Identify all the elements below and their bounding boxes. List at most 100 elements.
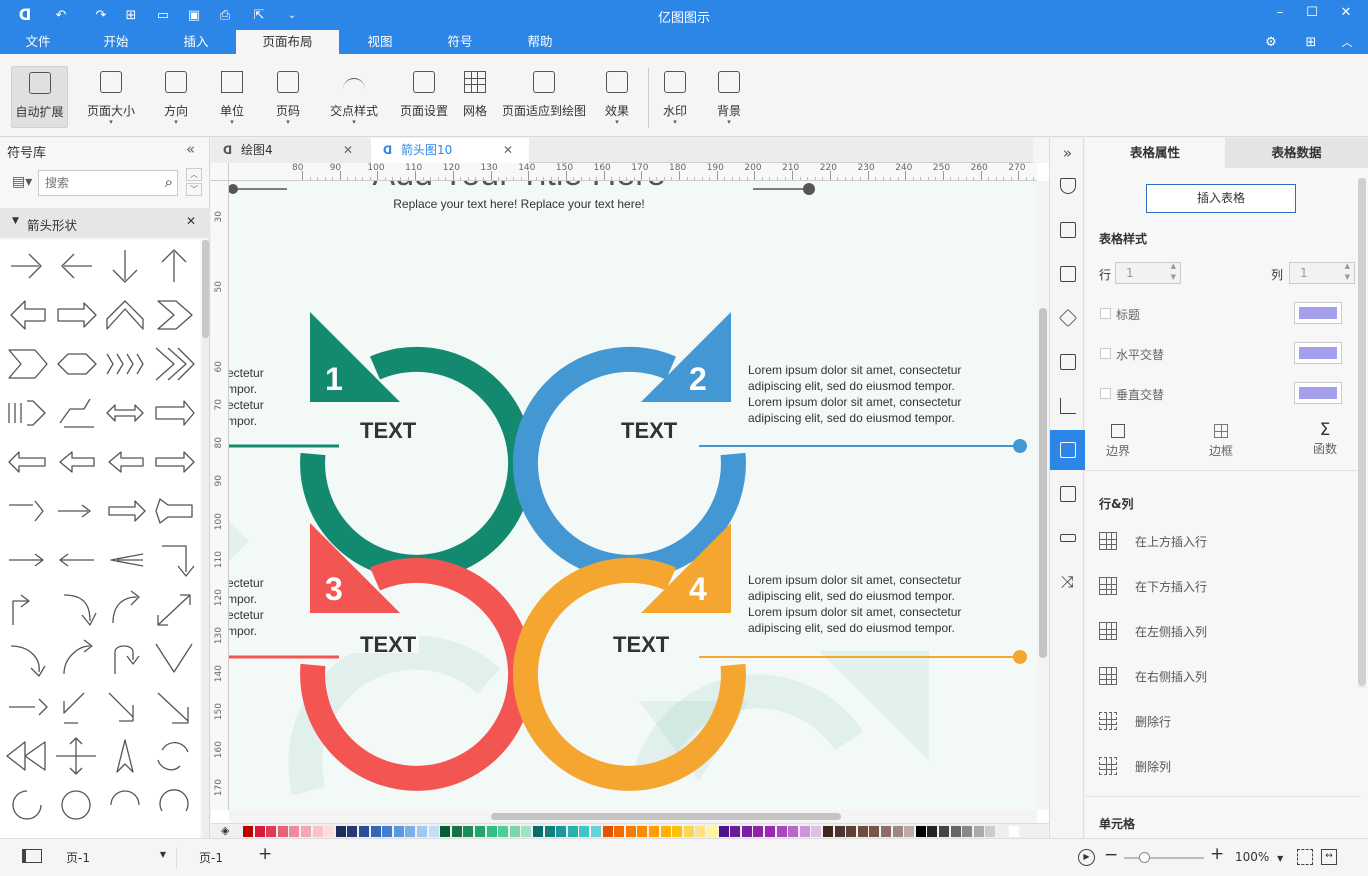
arrow-shape[interactable] bbox=[54, 295, 98, 335]
arrow-shape[interactable] bbox=[103, 785, 147, 825]
color-swatch[interactable] bbox=[278, 826, 288, 837]
fit-width-icon[interactable]: ↔ bbox=[1321, 849, 1337, 865]
settings-icon[interactable]: ⚙ bbox=[1262, 33, 1280, 51]
step-label-2[interactable]: TEXT bbox=[621, 418, 677, 444]
arrow-shape[interactable] bbox=[54, 785, 98, 825]
horizontal-banding-checkbox[interactable] bbox=[1100, 348, 1111, 359]
fit-page-icon[interactable] bbox=[1297, 849, 1313, 865]
arrow-shape[interactable] bbox=[103, 589, 147, 629]
insert-row-above-item[interactable]: 在上方插入行 bbox=[1099, 530, 1207, 552]
header-title[interactable]: Add Your Title Here bbox=[373, 181, 666, 193]
arrow-shape[interactable] bbox=[152, 393, 196, 433]
maximize-button[interactable]: ☐ bbox=[1302, 5, 1322, 25]
arrow-shape[interactable] bbox=[103, 540, 147, 580]
arrow-shape[interactable] bbox=[103, 638, 147, 678]
color-swatch[interactable] bbox=[637, 826, 647, 837]
arrow-shape[interactable] bbox=[152, 736, 196, 776]
zoom-slider-handle[interactable] bbox=[1139, 852, 1150, 863]
menu-home[interactable]: 开始 bbox=[90, 30, 142, 54]
menu-file[interactable]: 文件 bbox=[12, 30, 64, 54]
arrow-shape[interactable] bbox=[103, 736, 147, 776]
zoom-out-button[interactable]: − bbox=[1104, 845, 1118, 865]
stepper-arrows-icon[interactable]: ▲▼ bbox=[1345, 261, 1350, 283]
category-header[interactable]: ▼ 箭头形状 ✕ bbox=[0, 208, 210, 238]
step-label-3[interactable]: TEXT bbox=[360, 632, 416, 658]
menu-help[interactable]: 帮助 bbox=[514, 30, 566, 54]
stepper-arrows-icon[interactable]: ▲▼ bbox=[1171, 261, 1176, 283]
horizontal-scroll-thumb[interactable] bbox=[491, 813, 841, 820]
arrow-shape[interactable] bbox=[152, 785, 196, 825]
menu-insert[interactable]: 插入 bbox=[170, 30, 222, 54]
color-swatch[interactable] bbox=[347, 826, 357, 837]
arrow-shape[interactable] bbox=[5, 785, 49, 825]
unit-button[interactable]: 单位▾ bbox=[214, 66, 250, 128]
color-swatch[interactable] bbox=[742, 826, 752, 837]
image-icon[interactable] bbox=[1050, 254, 1085, 294]
more-icon[interactable]: ⌄ bbox=[283, 6, 301, 24]
collapse-ribbon-icon[interactable]: ︿ bbox=[1338, 33, 1356, 51]
arrow-shape[interactable] bbox=[5, 295, 49, 335]
arrow-shape[interactable] bbox=[54, 687, 98, 727]
color-swatch[interactable] bbox=[962, 826, 972, 837]
color-swatch[interactable] bbox=[835, 826, 845, 837]
tab-arrow-diagram10[interactable]: ᗡ 箭头图10 ✕ bbox=[371, 138, 529, 163]
delete-column-item[interactable]: 删除列 bbox=[1099, 755, 1171, 777]
scroll-up-icon[interactable]: ︿ bbox=[186, 168, 202, 181]
table-icon[interactable] bbox=[1050, 430, 1085, 470]
color-swatch[interactable] bbox=[881, 826, 891, 837]
menu-symbols[interactable]: 符号 bbox=[434, 30, 486, 54]
row-count-stepper[interactable]: 1 ▲▼ bbox=[1115, 262, 1181, 284]
color-swatch[interactable] bbox=[336, 826, 346, 837]
arrow-shape[interactable] bbox=[152, 491, 196, 531]
undo-icon[interactable]: ↶ bbox=[52, 6, 70, 24]
shuffle-icon[interactable]: ⤨ bbox=[1050, 562, 1085, 602]
color-swatch[interactable] bbox=[533, 826, 543, 837]
insert-table-button[interactable]: 插入表格 bbox=[1146, 184, 1296, 213]
close-category-icon[interactable]: ✕ bbox=[186, 214, 196, 228]
color-swatch[interactable] bbox=[858, 826, 868, 837]
color-swatch[interactable] bbox=[927, 826, 937, 837]
color-swatch[interactable] bbox=[649, 826, 659, 837]
vertical-banding-color-swatch[interactable] bbox=[1294, 382, 1342, 404]
close-tab-icon[interactable]: ✕ bbox=[343, 138, 353, 163]
border-button[interactable]: 边框 bbox=[1206, 424, 1236, 459]
step-number-4[interactable]: 4 bbox=[689, 571, 707, 608]
description-text-4[interactable]: Lorem ipsum dolor sit amet, consectetur … bbox=[748, 572, 961, 636]
color-swatch[interactable] bbox=[753, 826, 763, 837]
color-swatch[interactable] bbox=[951, 826, 961, 837]
color-swatch[interactable] bbox=[510, 826, 520, 837]
color-swatch[interactable] bbox=[487, 826, 497, 837]
page-selector[interactable]: 页-1 ▼ bbox=[66, 849, 170, 867]
color-swatch[interactable] bbox=[313, 826, 323, 837]
minimize-button[interactable]: – bbox=[1270, 5, 1290, 25]
color-swatch[interactable] bbox=[301, 826, 311, 837]
color-swatch[interactable] bbox=[777, 826, 787, 837]
chart-icon[interactable] bbox=[1050, 386, 1085, 426]
arrow-shape[interactable] bbox=[5, 246, 49, 286]
color-swatch[interactable] bbox=[661, 826, 671, 837]
color-swatch[interactable] bbox=[788, 826, 798, 837]
arrow-shape[interactable] bbox=[5, 491, 49, 531]
watermark-button[interactable]: 水印▾ bbox=[658, 66, 692, 128]
arrow-shape[interactable] bbox=[54, 540, 98, 580]
new-icon[interactable]: ⊞ bbox=[122, 6, 140, 24]
open-icon[interactable]: ▭ bbox=[154, 6, 172, 24]
color-swatch[interactable] bbox=[556, 826, 566, 837]
close-tab-icon[interactable]: ✕ bbox=[503, 138, 513, 163]
column-count-stepper[interactable]: 1 ▲▼ bbox=[1289, 262, 1355, 284]
color-swatch[interactable] bbox=[985, 826, 995, 837]
color-swatch[interactable] bbox=[371, 826, 381, 837]
page-tab[interactable]: 页-1 bbox=[199, 849, 223, 866]
add-page-button[interactable]: + bbox=[258, 844, 272, 864]
insert-column-left-item[interactable]: 在左侧插入列 bbox=[1099, 620, 1207, 642]
shape-scrollbar[interactable] bbox=[202, 240, 209, 838]
close-button[interactable]: ✕ bbox=[1336, 5, 1356, 25]
search-icon[interactable]: ⌕ bbox=[165, 173, 173, 191]
layers-icon[interactable] bbox=[1050, 298, 1085, 338]
app-logo-icon[interactable]: ᗡ bbox=[16, 6, 34, 24]
apps-icon[interactable]: ⊞ bbox=[1302, 33, 1320, 51]
color-swatch[interactable] bbox=[672, 826, 682, 837]
right-scroll-thumb[interactable] bbox=[1358, 178, 1366, 686]
step-number-2[interactable]: 2 bbox=[689, 361, 707, 398]
arrow-shape[interactable] bbox=[54, 638, 98, 678]
